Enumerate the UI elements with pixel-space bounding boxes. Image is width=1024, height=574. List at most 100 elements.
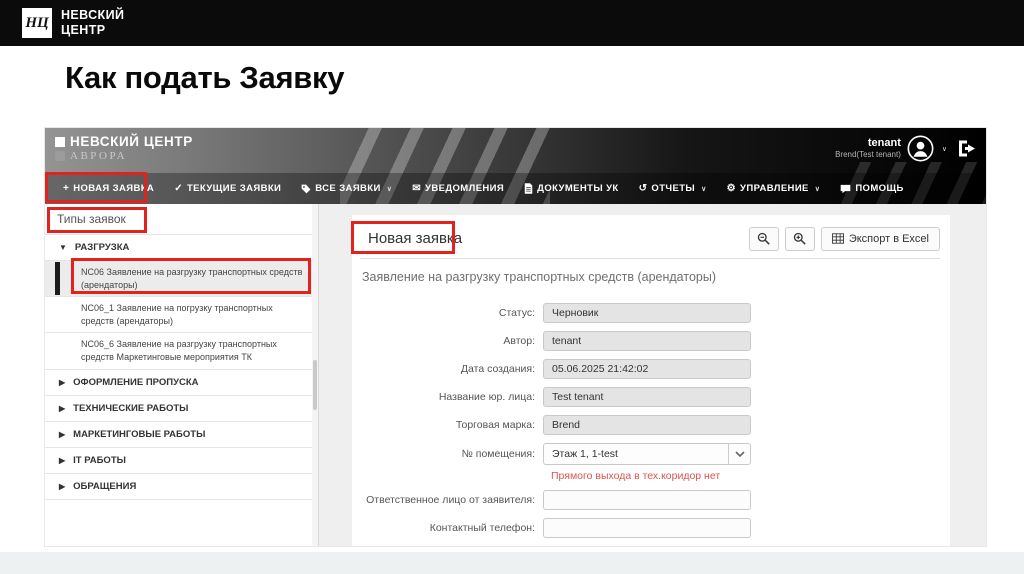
plus-icon: + [63,182,70,194]
group-label: ОФОРМЛЕНИЕ ПРОПУСКА [73,376,199,388]
created-date-input[interactable]: 05.06.2025 21:42:02 [543,359,751,379]
chat-icon [840,184,851,194]
nav-reports[interactable]: ↺ ОТЧЕТЫ ∨ [629,173,717,204]
triangle-collapsed-icon: ▶ [59,455,66,465]
chevron-down-icon: ∨ [701,185,707,193]
group-label: ТЕХНИЧЕСКИЕ РАБОТЫ [73,402,189,414]
slide-top-bar: НЦ НЕВСКИЙ ЦЕНТР [0,0,1024,46]
sidebar-scrollbar[interactable] [312,204,318,546]
responsible-person-input[interactable] [543,490,751,510]
sidebar-item-nc06-1[interactable]: NC06_1 Заявление на погрузку транспортны… [45,297,318,334]
logout-icon[interactable] [957,139,978,158]
triangle-collapsed-icon: ▶ [59,429,66,439]
status-input[interactable]: Черновик [543,303,751,323]
main-title: Новая заявка [368,230,463,247]
nav-new-request[interactable]: + НОВАЯ ЗАЯВКА [53,173,164,204]
sidebar-title: Типы заявок [45,204,318,235]
legal-name-label: Название юр. лица: [438,391,535,403]
item-label: NC06_6 Заявление на разгрузку транспортн… [81,339,277,362]
trademark-input[interactable]: Brend [543,415,751,435]
app-logo-line2: АВРОРА [70,150,128,162]
room-number-value: Этаж 1, 1-test [552,448,618,460]
corridor-warning-text: Прямого выхода в тех.коридор нет [551,470,721,482]
nav-help[interactable]: ПОМОЩЬ [830,173,913,204]
zoom-in-button[interactable] [784,226,815,251]
room-number-select[interactable]: Этаж 1, 1-test [543,443,751,465]
chevron-down-icon: ∨ [386,185,393,193]
app-logo-icon [55,136,65,147]
responsible-person-label: Ответственное лицо от заявителя: [366,494,535,506]
trademark-label: Торговая марка: [455,419,535,431]
export-label: Экспорт в Excel [848,232,929,245]
nevsky-center-logo: НЦ [22,8,52,38]
slide-footer-band [0,552,1024,574]
sidebar-group-it[interactable]: ▶ IT РАБОТЫ [45,448,318,474]
nav-notifications[interactable]: ✉ УВЕДОМЛЕНИЯ [402,173,514,204]
nav-all-requests[interactable]: ВСЕ ЗАЯВКИ ∨ [291,173,402,204]
nav-label: ВСЕ ЗАЯВКИ [315,183,381,194]
nav-label: НОВАЯ ЗАЯВКА [73,183,155,194]
app-screenshot: НЕВСКИЙ ЦЕНТР АВРОРА tenant Brend(Test t… [45,128,986,546]
user-name: tenant [867,137,901,150]
app-header: НЕВСКИЙ ЦЕНТР АВРОРА tenant Brend(Test t… [45,128,986,204]
item-label: NC06 Заявление на разгрузку транспортных… [81,267,303,290]
legal-name-input[interactable]: Test tenant [543,387,751,407]
sidebar-group-tech[interactable]: ▶ ТЕХНИЧЕСКИЕ РАБОТЫ [45,396,318,422]
logo-monogram: НЦ [25,14,49,31]
item-label: NC06_1 Заявление на погрузку транспортны… [81,303,273,326]
envelope-icon: ✉ [412,182,422,194]
contact-phone-label: Контактный телефон: [429,522,535,534]
nav-documents[interactable]: ДОКУМЕНТЫ УК [514,173,628,204]
sidebar-group-razgruzka[interactable]: ▼ РАЗГРУЗКА [45,235,318,261]
group-label: ОБРАЩЕНИЯ [73,480,137,492]
triangle-collapsed-icon: ▶ [59,403,66,413]
sidebar-group-marketing[interactable]: ▶ МАРКЕТИНГОВЫЕ РАБОТЫ [45,422,318,448]
contact-phone-input[interactable] [543,518,751,538]
group-label: РАЗГРУЗКА [74,242,130,253]
user-org: Brend(Test tenant) [835,150,901,160]
history-icon: ↺ [638,182,648,194]
avatar-icon[interactable] [907,135,934,162]
user-chevron-down-icon[interactable]: ∨ [942,145,947,153]
document-icon [524,183,533,194]
created-date-label: Дата создания: [460,363,535,375]
select-chevron-down-icon[interactable] [728,444,750,464]
app-logo-line1: НЕВСКИЙ ЦЕНТР [70,134,193,149]
zoom-out-button[interactable] [748,226,779,251]
sidebar-group-appeals[interactable]: ▶ ОБРАЩЕНИЯ [45,474,318,500]
check-icon: ✓ [174,182,183,194]
brand-name-line1: НЕВСКИЙ [61,8,125,23]
room-number-label: № помещения: [461,448,535,460]
sidebar-item-nc06[interactable]: NC06 Заявление на разгрузку транспортных… [45,261,318,298]
page-title: Как подать Заявку [65,60,345,95]
group-label: МАРКЕТИНГОВЫЕ РАБОТЫ [73,428,206,440]
app-logo: НЕВСКИЙ ЦЕНТР АВРОРА [55,134,193,162]
table-icon [831,233,844,244]
triangle-collapsed-icon: ▶ [59,377,66,387]
main-panel: Новая заявка Экспорт в Excel Заявление н… [352,215,950,546]
triangle-collapsed-icon: ▶ [59,481,66,491]
gears-icon: ⚙ [726,182,737,194]
form-title: Заявление на разгрузку транспортных сред… [362,270,716,284]
nav-current-requests[interactable]: ✓ ТЕКУЩИЕ ЗАЯВКИ [164,173,291,204]
group-label: IT РАБОТЫ [73,454,126,466]
tag-icon [301,184,311,194]
sidebar-scrollbar-thumb[interactable] [313,360,317,410]
chevron-down-icon: ∨ [814,185,821,193]
brand-name: НЕВСКИЙ ЦЕНТР [61,8,124,38]
divider [360,258,940,259]
nav-label: ПОМОЩЬ [855,183,904,194]
nav-label: УПРАВЛЕНИЕ [740,183,809,194]
nav-label: ДОКУМЕНТЫ УК [537,183,619,194]
toolbar: Экспорт в Excel [748,226,940,251]
author-input[interactable]: tenant [543,331,751,351]
app-logo-icon-2 [55,150,65,161]
user-info: tenant Brend(Test tenant) [835,137,901,160]
user-menu[interactable]: tenant Brend(Test tenant) ∨ [835,135,978,162]
nav-label: ТЕКУЩИЕ ЗАЯВКИ [186,183,282,194]
app-nav-bar: + НОВАЯ ЗАЯВКА ✓ ТЕКУЩИЕ ЗАЯВКИ ВСЕ ЗАЯВ… [45,173,986,204]
nav-management[interactable]: ⚙ УПРАВЛЕНИЕ ∨ [717,173,831,204]
sidebar-item-nc06-6[interactable]: NC06_6 Заявление на разгрузку транспортн… [45,333,318,370]
export-excel-button[interactable]: Экспорт в Excel [820,226,940,251]
sidebar-group-propusk[interactable]: ▶ ОФОРМЛЕНИЕ ПРОПУСКА [45,370,318,396]
